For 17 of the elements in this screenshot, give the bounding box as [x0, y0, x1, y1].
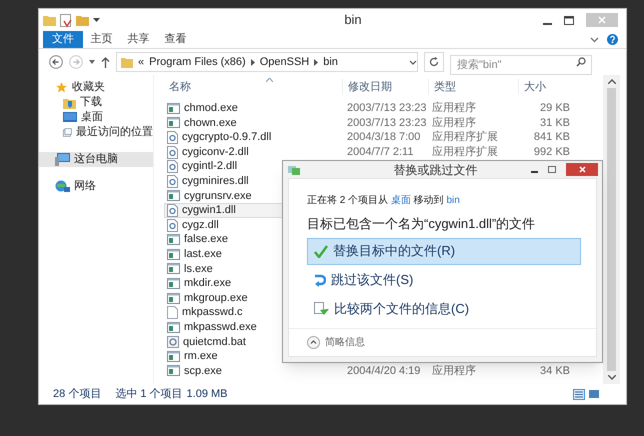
file-type: 应用程序扩展: [431, 144, 499, 160]
file-type: 应用程序扩展: [431, 130, 499, 146]
file-date: 2004/3/18 7:00: [346, 130, 422, 146]
file-size: 841 KB: [532, 130, 570, 146]
file-size: 992 KB: [532, 144, 570, 160]
file-size: 31 KB: [539, 116, 570, 131]
item-count: 28 个项目: [53, 386, 102, 402]
file-date: 2004/4/20 4:19: [346, 364, 422, 379]
conflict-heading: 目标已包含一个名为“cygwin1.dll”的文件: [307, 215, 536, 233]
selection-size: 1.09 MB: [186, 386, 228, 402]
file-size: 29 KB: [539, 101, 570, 116]
file-size: 34 KB: [539, 364, 570, 379]
file-type: 应用程序: [431, 364, 477, 379]
file-date: 2004/7/7 2:11: [346, 144, 414, 160]
window-title: bin: [343, 11, 363, 30]
selection-count: 选中 1 个项目: [115, 386, 183, 402]
dialog-title: 替换或跳过文件: [392, 162, 478, 178]
